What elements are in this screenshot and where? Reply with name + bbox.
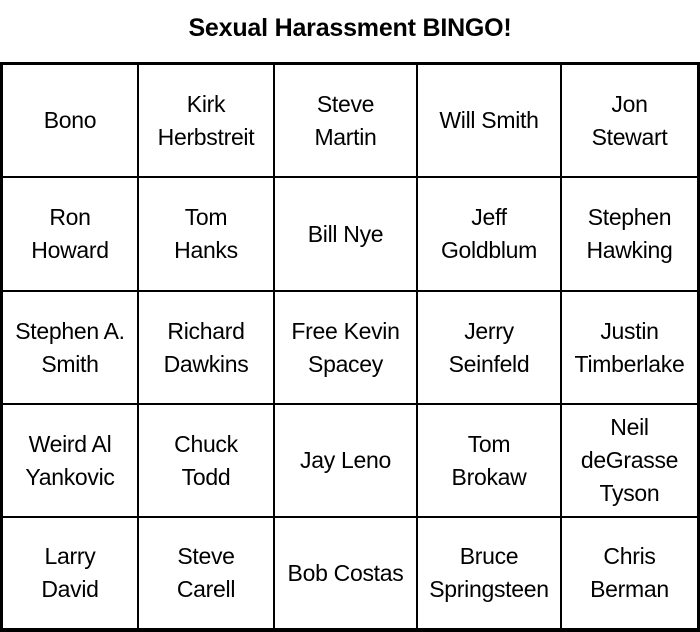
bingo-cell[interactable]: Chris Berman bbox=[562, 518, 697, 628]
bingo-grid: Bono Kirk Herbstreit Steve Martin Will S… bbox=[0, 62, 700, 632]
bingo-cell[interactable]: Tom Hanks bbox=[139, 178, 275, 292]
bingo-cell[interactable]: Will Smith bbox=[418, 65, 562, 178]
bingo-cell[interactable]: Stephen A. Smith bbox=[3, 292, 139, 405]
bingo-cell[interactable]: Jon Stewart bbox=[562, 65, 697, 178]
bingo-cell[interactable]: Bruce Springsteen bbox=[418, 518, 562, 628]
bingo-cell[interactable]: Jerry Seinfeld bbox=[418, 292, 562, 405]
bingo-cell[interactable]: Weird Al Yankovic bbox=[3, 405, 139, 518]
page-title: Sexual Harassment BINGO! bbox=[188, 14, 512, 42]
bingo-cell[interactable]: Bob Costas bbox=[275, 518, 418, 628]
bingo-cell[interactable]: Chuck Todd bbox=[139, 405, 275, 518]
bingo-cell[interactable]: Steve Carell bbox=[139, 518, 275, 628]
bingo-cell[interactable]: Bill Nye bbox=[275, 178, 418, 292]
bingo-cell[interactable]: Steve Martin bbox=[275, 65, 418, 178]
bingo-cell[interactable]: Neil deGrasse Tyson bbox=[562, 405, 697, 518]
bingo-cell[interactable]: Stephen Hawking bbox=[562, 178, 697, 292]
bingo-cell[interactable]: Richard Dawkins bbox=[139, 292, 275, 405]
bingo-cell[interactable]: Kirk Herbstreit bbox=[139, 65, 275, 178]
bingo-cell[interactable]: Jay Leno bbox=[275, 405, 418, 518]
bingo-cell-center[interactable]: Free Kevin Spacey bbox=[275, 292, 418, 405]
bingo-cell[interactable]: Larry David bbox=[3, 518, 139, 628]
bingo-cell[interactable]: Bono bbox=[3, 65, 139, 178]
bingo-cell[interactable]: Jeff Goldblum bbox=[418, 178, 562, 292]
bingo-cell[interactable]: Ron Howard bbox=[3, 178, 139, 292]
bingo-cell[interactable]: Justin Timberlake bbox=[562, 292, 697, 405]
bingo-cell[interactable]: Tom Brokaw bbox=[418, 405, 562, 518]
